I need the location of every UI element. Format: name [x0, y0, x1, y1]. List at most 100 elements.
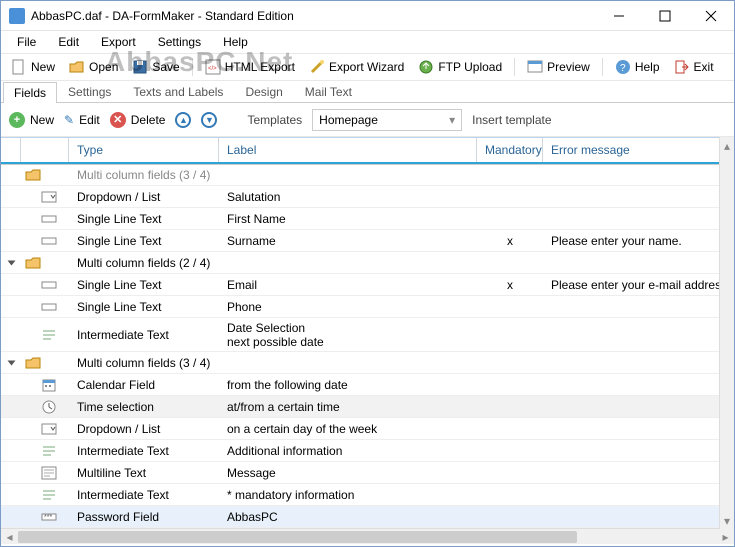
group-row[interactable]: Multi column fields (3 / 4): [1, 164, 734, 186]
field-row[interactable]: Multiline TextMessage: [1, 462, 734, 484]
toolbar-ftp-upload[interactable]: FTP Upload: [414, 57, 506, 77]
scroll-down-icon[interactable]: ▾: [720, 512, 734, 529]
field-row[interactable]: Dropdown / Liston a certain day of the w…: [1, 418, 734, 440]
tab-fields[interactable]: Fields: [3, 82, 57, 103]
row-icon-cell: [21, 443, 69, 459]
grid-header: Type Label Mandatory Error message: [1, 138, 734, 164]
field-row[interactable]: Intermediate TextDate Selection next pos…: [1, 318, 734, 352]
label-cell: Salutation: [219, 190, 477, 204]
toolbar-exit[interactable]: Exit: [670, 57, 718, 77]
row-icon-cell: [21, 233, 69, 249]
col-icon: [21, 138, 69, 162]
folder-icon: [25, 355, 41, 371]
toolbar-html-export[interactable]: </>HTML Export: [201, 57, 299, 77]
tabstrip: Fields Settings Texts and Labels Design …: [1, 81, 734, 103]
scroll-left-icon[interactable]: ◂: [1, 529, 18, 545]
multi-icon: [41, 465, 57, 481]
cmd-move-down[interactable]: ▼: [201, 112, 217, 128]
tab-design[interactable]: Design: [234, 81, 293, 102]
scroll-right-icon[interactable]: ▸: [717, 529, 734, 545]
folder-icon: [25, 255, 41, 271]
field-row[interactable]: ***Password FieldAbbasPC: [1, 506, 734, 528]
col-type[interactable]: Type: [69, 138, 219, 162]
password-icon: ***: [41, 509, 57, 525]
type-cell: Multi column fields (3 / 4): [69, 356, 219, 370]
svg-text:?: ?: [620, 63, 626, 74]
row-icon-cell: [21, 355, 69, 371]
menu-export[interactable]: Export: [91, 33, 146, 51]
field-row[interactable]: Dropdown / ListSalutation: [1, 186, 734, 208]
field-row[interactable]: Time selectionat/from a certain time: [1, 396, 734, 418]
row-icon-cell: [21, 299, 69, 315]
inter-icon: [41, 327, 57, 343]
tab-mail-text[interactable]: Mail Text: [294, 81, 363, 102]
field-row[interactable]: Single Line TextPhone: [1, 296, 734, 318]
row-icon-cell: [21, 465, 69, 481]
toolbar-export-wizard[interactable]: Export Wizard: [305, 57, 408, 77]
toolbar-help[interactable]: ?Help: [611, 57, 664, 77]
row-icon-cell: [21, 421, 69, 437]
expander-cell[interactable]: [1, 259, 21, 267]
field-row[interactable]: Single Line TextEmailxPlease enter your …: [1, 274, 734, 296]
row-icon-cell: [21, 327, 69, 343]
type-cell: Time selection: [69, 400, 219, 414]
col-error[interactable]: Error message: [543, 138, 734, 162]
field-row[interactable]: Intermediate TextAdditional information: [1, 440, 734, 462]
save-icon: [132, 59, 148, 75]
menu-settings[interactable]: Settings: [148, 33, 211, 51]
templates-select[interactable]: Homepage ▾: [312, 109, 462, 131]
menu-edit[interactable]: Edit: [48, 33, 89, 51]
scroll-up-icon[interactable]: ▴: [720, 137, 734, 154]
field-row[interactable]: Single Line TextSurnamexPlease enter you…: [1, 230, 734, 252]
ftp-upload-icon: [418, 59, 434, 75]
label-cell: Email: [219, 278, 477, 292]
exit-icon: [674, 59, 690, 75]
label-cell: Surname: [219, 234, 477, 248]
col-mandatory[interactable]: Mandatory: [477, 138, 543, 162]
cmd-move-up[interactable]: ▲: [175, 112, 191, 128]
row-icon-cell: [21, 167, 69, 183]
col-label[interactable]: Label: [219, 138, 477, 162]
type-cell: Dropdown / List: [69, 190, 219, 204]
type-cell: Multi column fields (3 / 4): [69, 168, 219, 182]
field-row[interactable]: Intermediate Text* mandatory information: [1, 484, 734, 506]
horizontal-scrollbar[interactable]: ◂ ▸: [1, 528, 734, 544]
insert-template-link[interactable]: Insert template: [472, 113, 551, 127]
toolbar-new[interactable]: New: [7, 57, 59, 77]
maximize-button[interactable]: [642, 1, 688, 31]
label-cell: at/from a certain time: [219, 400, 477, 414]
arrow-down-icon: ▼: [201, 112, 217, 128]
label-cell: on a certain day of the week: [219, 422, 477, 436]
field-row[interactable]: Calendar Fieldfrom the following date: [1, 374, 734, 396]
separator: [192, 58, 193, 76]
label-cell: from the following date: [219, 378, 477, 392]
field-row[interactable]: Single Line TextFirst Name: [1, 208, 734, 230]
group-row[interactable]: Multi column fields (3 / 4): [1, 352, 734, 374]
tab-settings[interactable]: Settings: [57, 81, 122, 102]
vertical-scrollbar[interactable]: ▴ ▾: [719, 137, 734, 529]
grid-rows: Multi column fields (3 / 4) Dropdown / Li…: [1, 164, 734, 528]
expander-cell[interactable]: [1, 359, 21, 367]
cmd-edit[interactable]: ✎Edit: [64, 113, 100, 127]
type-cell: Intermediate Text: [69, 328, 219, 342]
row-icon-cell: [21, 377, 69, 393]
cmd-new[interactable]: +New: [9, 112, 54, 128]
toolbar-open[interactable]: Open: [65, 57, 122, 77]
toolbar-save[interactable]: Save: [128, 57, 183, 77]
label-cell: First Name: [219, 212, 477, 226]
tab-texts-labels[interactable]: Texts and Labels: [122, 81, 234, 102]
menu-help[interactable]: Help: [213, 33, 258, 51]
mandatory-cell: x: [477, 234, 543, 248]
menu-file[interactable]: File: [7, 33, 46, 51]
toolbar-preview[interactable]: Preview: [523, 57, 594, 77]
separator: [602, 58, 603, 76]
clock-icon: [41, 399, 57, 415]
cmd-delete[interactable]: ✕Delete: [110, 112, 166, 128]
close-button[interactable]: [688, 1, 734, 31]
group-row[interactable]: Multi column fields (2 / 4): [1, 252, 734, 274]
command-row: +New ✎Edit ✕Delete ▲ ▼ Templates Homepag…: [1, 103, 734, 137]
scroll-thumb[interactable]: [18, 531, 577, 543]
file-new-icon: [11, 59, 27, 75]
separator: [514, 58, 515, 76]
minimize-button[interactable]: [596, 1, 642, 31]
